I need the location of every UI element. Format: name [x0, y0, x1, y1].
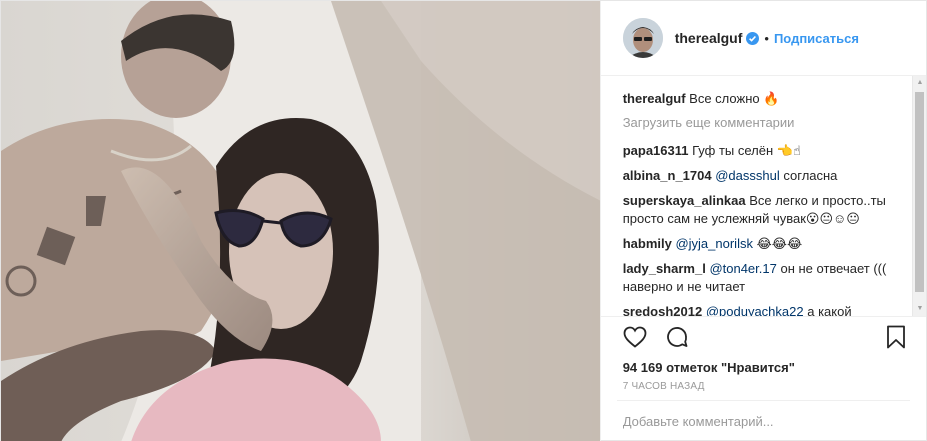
author-avatar[interactable] [622, 18, 663, 58]
comment-item: lady_sharm_l @ton4er.17 он не отвечает (… [623, 260, 904, 296]
comment-username[interactable]: papa16311 [623, 143, 689, 158]
instagram-post: therealguf • Подписаться therealguf Все … [0, 0, 927, 441]
scrollbar-thumb[interactable] [915, 92, 924, 292]
bookmark-icon[interactable] [882, 323, 910, 351]
scroll-down-arrow-icon[interactable]: ▼ [913, 302, 926, 316]
comments-scrollbar[interactable]: ▲ ▼ [912, 76, 926, 316]
comment-username[interactable]: habmily [623, 236, 672, 251]
author-username[interactable]: therealguf [675, 30, 743, 46]
comment-text: Гуф ты селён 👈☝ [692, 143, 801, 158]
comment-item: habmily @jyja_norilsk 😂😂😂 [623, 235, 904, 253]
scroll-up-arrow-icon[interactable]: ▲ [913, 76, 926, 90]
comment-text: 😂😂😂 [756, 236, 803, 251]
post-photo[interactable] [1, 1, 600, 441]
comment-mention[interactable]: @dassshul [715, 168, 780, 183]
comment-text: а какой [807, 304, 852, 316]
comment-mention[interactable]: @poduyachka22 [706, 304, 804, 316]
action-bar [600, 316, 926, 356]
post-sidebar: therealguf • Подписаться therealguf Все … [599, 1, 926, 441]
caption-text: Все сложно 🔥 [689, 91, 780, 106]
load-more-comments-button[interactable]: Загрузить еще комментарии [623, 115, 904, 130]
heart-icon[interactable] [621, 323, 649, 351]
caption: therealguf Все сложно 🔥 [623, 90, 904, 108]
comment-item: papa16311 Гуф ты селён 👈☝ [623, 142, 904, 160]
comment-mention[interactable]: @ton4er.17 [709, 261, 776, 276]
add-comment-input[interactable] [616, 414, 910, 429]
add-comment-bar [616, 400, 910, 441]
follow-button[interactable]: Подписаться [774, 31, 859, 46]
comment-bubble-icon[interactable] [663, 323, 691, 351]
comment-username[interactable]: superskaya_alinkaa [623, 193, 746, 208]
verified-badge-icon [746, 31, 760, 45]
comment-username[interactable]: albina_n_1704 [623, 168, 712, 183]
comments-list[interactable]: therealguf Все сложно 🔥 Загрузить еще ко… [601, 76, 926, 316]
comment-text: согласна [783, 168, 838, 183]
comment-username[interactable]: sredosh2012 [623, 304, 703, 316]
comment-username[interactable]: lady_sharm_l [623, 261, 706, 276]
comment-item: sredosh2012 @poduyachka22 а какой [623, 303, 904, 316]
post-timestamp[interactable]: 7 ЧАСОВ НАЗАД [601, 378, 926, 400]
comment-item: superskaya_alinkaa Все легко и просто..т… [623, 192, 904, 228]
photo-illustration [1, 1, 600, 441]
likes-count[interactable]: 94 169 отметок "Нравится" [601, 356, 926, 378]
post-header: therealguf • Подписаться [600, 1, 926, 76]
comment-mention[interactable]: @jyja_norilsk [675, 236, 753, 251]
caption-username[interactable]: therealguf [623, 91, 686, 106]
comment-item: albina_n_1704 @dassshul согласна [623, 167, 904, 185]
header-separator: • [764, 30, 769, 46]
